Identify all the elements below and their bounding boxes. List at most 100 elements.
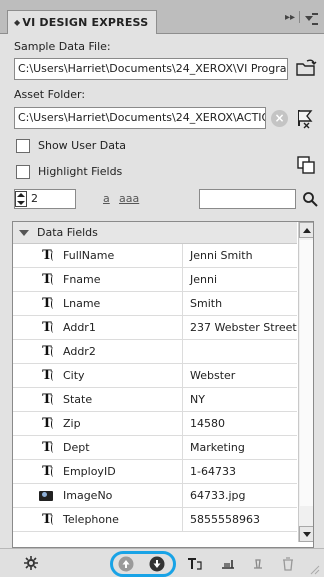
field-value: Smith: [190, 297, 223, 310]
panel-controls: ▸▸: [285, 10, 318, 25]
field-name: ImageNo: [63, 489, 113, 502]
preview-frames-icon[interactable]: [296, 155, 316, 175]
field-name-cell[interactable]: T State: [13, 388, 183, 411]
text-field-icon: T: [37, 248, 57, 264]
field-name: Addr1: [63, 321, 96, 334]
table-row[interactable]: T Dept Marketing: [13, 436, 297, 460]
sample-data-path-field[interactable]: C:\Users\Harriet\Documents\24_XEROX\VI P…: [14, 58, 288, 80]
panel-footer: [0, 548, 324, 577]
case-lower-option[interactable]: a: [103, 192, 110, 205]
image-field-icon: [37, 489, 57, 503]
search-icon[interactable]: [302, 191, 318, 207]
text-field-icon: T: [37, 296, 57, 312]
next-record-icon[interactable]: [149, 556, 165, 572]
field-name-cell[interactable]: T Addr1: [13, 316, 183, 339]
field-name-cell[interactable]: T FullName: [13, 244, 183, 267]
field-name-cell[interactable]: T Zip: [13, 412, 183, 435]
sample-data-label: Sample Data File:: [14, 40, 111, 53]
table-row[interactable]: ImageNo 64733.jpg: [13, 484, 297, 508]
clear-tag-icon[interactable]: [250, 556, 266, 572]
table-row[interactable]: T City Webster: [13, 364, 297, 388]
scroll-up-button[interactable]: [299, 222, 313, 238]
previous-record-icon[interactable]: [118, 556, 134, 572]
field-value: Webster: [190, 369, 236, 382]
table-row[interactable]: T Lname Smith: [13, 292, 297, 316]
panel-tab[interactable]: ◆ VI DESIGN EXPRESS: [7, 10, 157, 34]
field-value: Jenni: [190, 273, 218, 286]
field-name: EmployID: [63, 465, 116, 478]
table-row[interactable]: T EmployID 1-64733: [13, 460, 297, 484]
table-row[interactable]: T FullName Jenni Smith: [13, 244, 297, 268]
panel-menu-icon[interactable]: [304, 10, 318, 25]
field-value: NY: [190, 393, 205, 406]
table-row[interactable]: T Addr1 237 Webster Street: [13, 316, 297, 340]
panel-titlebar: ◆ VI DESIGN EXPRESS ▸▸: [0, 0, 324, 34]
search-input[interactable]: [199, 189, 296, 209]
table-row[interactable]: T Zip 14580: [13, 412, 297, 436]
scroll-thumb[interactable]: [300, 240, 313, 506]
asset-folder-label: Asset Folder:: [14, 88, 86, 101]
collapse-triangle-icon[interactable]: [19, 229, 29, 236]
text-field-icon: T: [37, 368, 57, 384]
insert-text-field-icon[interactable]: [186, 556, 202, 572]
text-field-icon: T: [37, 272, 57, 288]
collapse-panel-icon[interactable]: ▸▸: [285, 12, 295, 23]
field-name: City: [63, 369, 85, 382]
data-fields-rows: T FullName Jenni Smith T Fname Jenni T Lname Smi…: [13, 244, 297, 532]
grid-scrollbar[interactable]: [298, 222, 313, 542]
show-user-data-checkbox[interactable]: [16, 139, 30, 153]
text-field-icon: T: [37, 464, 57, 480]
field-value: [184, 340, 297, 363]
field-name-cell[interactable]: T Fname: [13, 268, 183, 291]
clear-icon[interactable]: ×: [271, 110, 288, 127]
record-number-value: 2: [31, 192, 38, 205]
divider: [299, 11, 300, 23]
show-user-data-label: Show User Data: [38, 139, 127, 152]
field-name: Zip: [63, 417, 81, 430]
text-field-icon: T: [37, 416, 57, 432]
highlight-fields-checkbox[interactable]: [16, 165, 30, 179]
field-name: FullName: [63, 249, 115, 262]
data-fields-header[interactable]: Data Fields: [13, 222, 297, 244]
settings-gear-icon[interactable]: [24, 556, 38, 570]
field-name-cell[interactable]: T EmployID: [13, 460, 183, 483]
field-value: 5855558963: [190, 513, 260, 526]
field-value: 237 Webster Street: [190, 321, 297, 334]
data-fields-title: Data Fields: [37, 226, 98, 239]
scroll-down-button[interactable]: [299, 526, 313, 542]
field-name-cell[interactable]: T Dept: [13, 436, 183, 459]
table-row[interactable]: T State NY: [13, 388, 297, 412]
asset-folder-path-field[interactable]: C:\Users\Harriet\Documents\24_XEROX\ACTI…: [14, 107, 266, 129]
field-name: Dept: [63, 441, 90, 454]
insert-image-field-icon[interactable]: [220, 556, 236, 572]
field-name-cell[interactable]: T Addr2: [13, 340, 183, 363]
table-row[interactable]: T Fname Jenni: [13, 268, 297, 292]
field-value: Marketing: [190, 441, 245, 454]
delete-trash-icon[interactable]: [280, 556, 296, 572]
resize-grip-icon[interactable]: [308, 563, 320, 575]
field-name-cell[interactable]: ImageNo: [13, 484, 183, 507]
field-name: Lname: [63, 297, 101, 310]
field-value: 14580: [190, 417, 225, 430]
asset-browse-icon[interactable]: [295, 107, 317, 129]
case-multi-option[interactable]: aaa: [119, 192, 139, 205]
text-field-icon: T: [37, 344, 57, 360]
text-field-icon: T: [37, 392, 57, 408]
text-field-icon: T: [37, 512, 57, 528]
field-name: Telephone: [63, 513, 119, 526]
field-name: Fname: [63, 273, 101, 286]
highlight-fields-label: Highlight Fields: [38, 165, 123, 178]
field-value: Jenni Smith: [190, 249, 253, 262]
stepper-arrows-icon[interactable]: [15, 191, 27, 207]
field-name-cell[interactable]: T City: [13, 364, 183, 387]
folder-browse-icon[interactable]: [295, 58, 317, 78]
field-value: 1-64733: [190, 465, 236, 478]
data-fields-grid: Data Fields T FullName Jenni Smith T Fname Je…: [12, 221, 314, 548]
table-row[interactable]: T Telephone 5855558963: [13, 508, 297, 532]
table-row[interactable]: T Addr2: [13, 340, 297, 364]
text-field-icon: T: [37, 440, 57, 456]
field-name-cell[interactable]: T Lname: [13, 292, 183, 315]
field-name-cell[interactable]: T Telephone: [13, 508, 183, 531]
panel-tab-arrows-icon: ◆: [14, 18, 21, 27]
panel-title: VI DESIGN EXPRESS: [22, 16, 149, 29]
